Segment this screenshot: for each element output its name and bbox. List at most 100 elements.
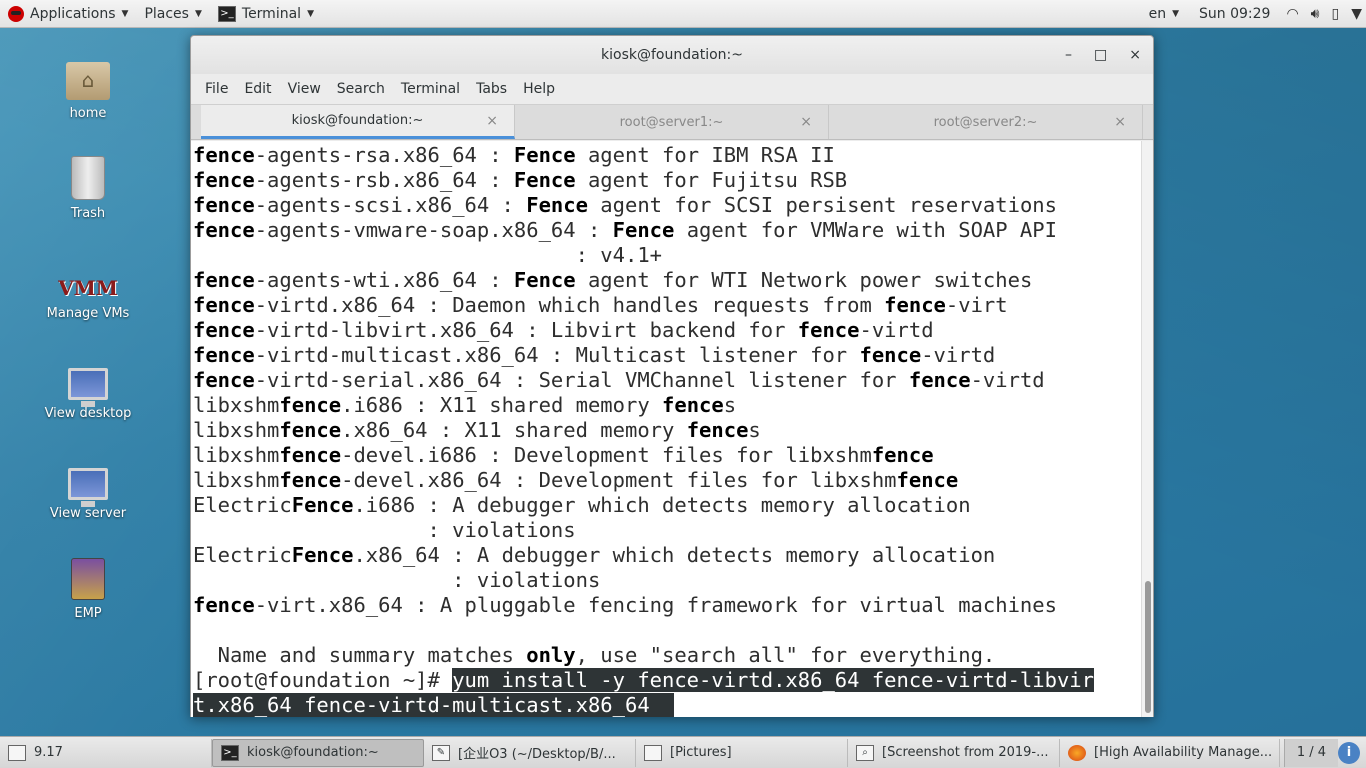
- terminal-line: fence-virtd-multicast.x86_64 : Multicast…: [193, 343, 1143, 368]
- wifi-icon[interactable]: ◠: [1282, 6, 1302, 22]
- desktop-icon-manage-vms[interactable]: VMM Manage VMs: [38, 250, 138, 321]
- desktop-icon-label: home: [69, 106, 107, 121]
- menu-file[interactable]: File: [197, 81, 236, 97]
- terminal-text: fence: [908, 368, 971, 392]
- terminal-text: -agents-rsa.x86_64 :: [254, 143, 514, 167]
- close-icon[interactable]: ×: [1114, 114, 1126, 130]
- desktop-icon-view-desktop[interactable]: View desktop: [38, 350, 138, 421]
- terminal-text: Fence: [612, 218, 675, 242]
- menubar: File Edit View Search Terminal Tabs Help: [191, 74, 1153, 104]
- task-image-viewer[interactable]: ⌕ [Screenshot from 2019-...: [848, 738, 1060, 767]
- volume-icon[interactable]: 🔊︎: [1307, 6, 1324, 22]
- terminal-text: .x86_64 : A debugger which detects memor…: [353, 543, 996, 567]
- task-terminal[interactable]: >_ kiosk@foundation:~: [212, 738, 424, 767]
- clock[interactable]: Sun 09:29: [1191, 0, 1278, 28]
- terminal-text: -agents-vmware-soap.x86_64 :: [254, 218, 613, 242]
- trash-icon: [71, 156, 105, 200]
- terminal-output[interactable]: fence-agents-rsa.x86_64 : Fence agent fo…: [191, 141, 1143, 717]
- terminal-text: fence: [884, 293, 946, 317]
- terminal-text: -devel.i686 : Development files for libx…: [341, 443, 872, 467]
- terminal-text: fence: [193, 268, 255, 292]
- terminal-text: libxshm: [193, 393, 280, 417]
- battery-icon[interactable]: ▯: [1328, 6, 1344, 22]
- terminal-line: fence-agents-scsi.x86_64 : Fence agent f…: [193, 193, 1143, 218]
- close-icon[interactable]: ×: [486, 113, 498, 129]
- terminal-text: fence: [279, 443, 342, 467]
- menu-help[interactable]: Help: [515, 81, 563, 97]
- scrollbar-thumb[interactable]: [1145, 581, 1151, 713]
- minimize-button[interactable]: –: [1065, 47, 1072, 63]
- desktop-icon-trash[interactable]: Trash: [38, 150, 138, 221]
- applications-label: Applications: [30, 5, 116, 22]
- maximize-button[interactable]: □: [1094, 47, 1107, 63]
- desktop-icon-view-server[interactable]: View server: [38, 450, 138, 521]
- desktop-icon-home[interactable]: home: [38, 50, 138, 121]
- close-icon[interactable]: ×: [800, 114, 812, 130]
- terminal-text: Fence: [291, 493, 354, 517]
- terminal-app-label: Terminal: [241, 5, 302, 22]
- chevron-down-icon: ▼: [121, 8, 129, 19]
- menu-edit[interactable]: Edit: [236, 81, 279, 97]
- menu-search[interactable]: Search: [329, 81, 393, 97]
- terminal-line: fence-virtd.x86_64 : Daemon which handle…: [193, 293, 1143, 318]
- terminal-text: -virt: [945, 293, 1008, 317]
- task-label: [Pictures]: [670, 745, 732, 760]
- terminal-text: fence: [193, 293, 255, 317]
- terminal-line: : violations: [193, 568, 1143, 593]
- tab-kiosk-foundation[interactable]: kiosk@foundation:~ ×: [201, 105, 515, 139]
- task-file-manager[interactable]: [Pictures]: [636, 738, 848, 767]
- terminal-text: fence: [279, 393, 342, 417]
- task-text-editor[interactable]: ✎ [企业O3 (~/Desktop/B/...: [424, 738, 636, 767]
- language-selector[interactable]: en ▼: [1141, 0, 1187, 28]
- terminal-text: Name and summary matches: [193, 643, 527, 667]
- close-button[interactable]: ×: [1129, 47, 1141, 63]
- scrollbar[interactable]: [1141, 141, 1153, 717]
- top-panel: Applications ▼ Places ▼ >_ Terminal ▼ en…: [0, 0, 1366, 28]
- workspace-pager[interactable]: 1 / 4: [1283, 738, 1338, 767]
- applications-menu[interactable]: Applications ▼: [0, 0, 136, 28]
- terminal-line: ElectricFence.i686 : A debugger which de…: [193, 493, 1143, 518]
- terminal-text: fence: [193, 143, 255, 167]
- terminal-line: fence-agents-wti.x86_64 : Fence agent fo…: [193, 268, 1143, 293]
- terminal-text: -virtd-libvirt.x86_64 : Libvirt backend …: [254, 318, 798, 342]
- task-label: [High Availability Manage...: [1094, 745, 1273, 760]
- terminal-text: fence: [193, 168, 255, 192]
- firefox-icon: [1068, 744, 1086, 761]
- window-titlebar[interactable]: kiosk@foundation:~ – □ ×: [191, 36, 1153, 74]
- chevron-down-icon[interactable]: ▼: [1347, 6, 1366, 22]
- desktop-icon-label: View desktop: [44, 406, 132, 421]
- terminal-line: Name and summary matches only, use "sear…: [193, 643, 1143, 668]
- terminal-text: fence: [279, 418, 342, 442]
- terminal-text: .x86_64 : X11 shared memory: [341, 418, 687, 442]
- places-menu[interactable]: Places ▼: [136, 0, 209, 28]
- redhat-logo-icon: [8, 5, 24, 22]
- menu-tabs[interactable]: Tabs: [468, 81, 515, 97]
- clock-label: Sun 09:29: [1199, 5, 1271, 22]
- pager-label: 1 / 4: [1296, 745, 1326, 760]
- terminal-text: Fence: [526, 193, 588, 217]
- terminal-text: s: [748, 418, 761, 442]
- terminal-text: : violations: [193, 518, 576, 542]
- terminal-line: : v4.1+: [193, 243, 1143, 268]
- terminal-text: agent for IBM RSA II: [575, 143, 835, 167]
- info-icon[interactable]: i: [1338, 741, 1360, 764]
- terminal-line: fence-agents-vmware-soap.x86_64 : Fence …: [193, 218, 1143, 243]
- terminal-text: fence: [797, 318, 860, 342]
- terminal-text: , use "search all" for everything.: [575, 643, 996, 667]
- desktop-icon-emp[interactable]: EMP: [38, 550, 138, 621]
- terminal-text: fence: [896, 468, 959, 492]
- task-firefox[interactable]: [High Availability Manage...: [1060, 738, 1280, 767]
- terminal-text: fence: [662, 393, 724, 417]
- terminal-text: agent for VMWare with SOAP API: [674, 218, 1057, 242]
- task-label: [企业O3 (~/Desktop/B/...: [458, 747, 616, 762]
- terminal-text: -virtd-multicast.x86_64 : Multicast list…: [254, 343, 860, 367]
- menu-terminal[interactable]: Terminal: [393, 81, 468, 97]
- tab-root-server1[interactable]: root@server1:~ ×: [515, 105, 829, 139]
- show-desktop-button[interactable]: 9.17: [0, 738, 212, 767]
- tab-root-server2[interactable]: root@server2:~ ×: [829, 105, 1143, 139]
- task-label: kiosk@foundation:~: [247, 745, 379, 760]
- terminal-app-menu[interactable]: >_ Terminal ▼: [210, 0, 322, 28]
- menu-view[interactable]: View: [280, 81, 329, 97]
- terminal-text: -virt.x86_64 : A pluggable fencing frame…: [254, 593, 1057, 617]
- terminal-line: fence-virt.x86_64 : A pluggable fencing …: [193, 593, 1143, 618]
